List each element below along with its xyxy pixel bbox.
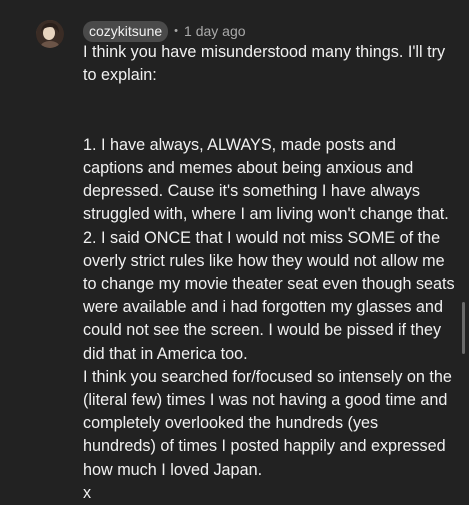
blank-spacer [83, 87, 455, 133]
comment-timestamp[interactable]: 1 day ago [184, 23, 246, 39]
comment-body: I think you have misunderstood many thin… [83, 41, 455, 505]
comment-point-1: 1. I have always, ALWAYS, made posts and… [83, 135, 449, 224]
comment-point-2: 2. I said ONCE that I would not miss SOM… [83, 228, 455, 363]
avatar[interactable] [36, 20, 64, 48]
comment-signoff: x [83, 483, 92, 502]
username-chip[interactable]: cozykitsune [83, 20, 169, 42]
scrollbar-thumb[interactable] [462, 302, 465, 354]
comment-point-3: I think you searched for/focused so inte… [83, 367, 452, 479]
comment-intro: I think you have misunderstood many thin… [83, 43, 446, 85]
avatar-photo-icon [36, 20, 64, 48]
separator-dot: • [174, 25, 179, 37]
comment-header: cozykitsune • 1 day ago [83, 20, 246, 42]
